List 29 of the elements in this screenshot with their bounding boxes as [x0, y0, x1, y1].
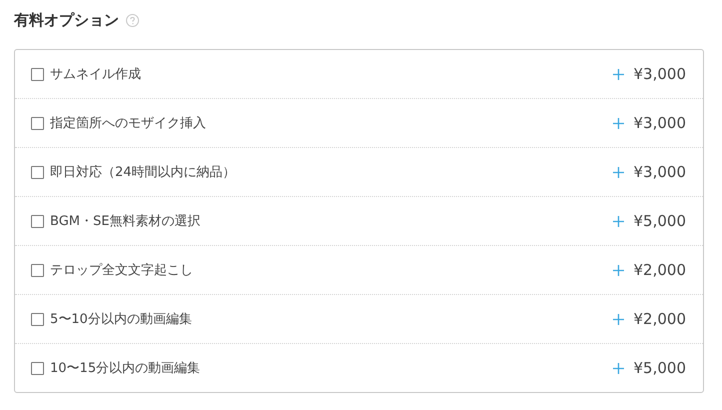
- option-price: ¥3,000: [634, 114, 686, 132]
- option-label: 5〜10分以内の動画編集: [50, 311, 192, 328]
- option-label: テロップ全文文字起こし: [50, 262, 193, 279]
- option-label: 即日対応（24時間以内に納品）: [50, 164, 236, 181]
- option-price: ¥5,000: [634, 212, 686, 230]
- plus-icon: [612, 264, 624, 276]
- checkbox[interactable]: [31, 264, 44, 276]
- option-label: BGM・SE無料素材の選択: [50, 213, 200, 230]
- option-price: ¥2,000: [634, 310, 686, 328]
- section-title: 有料オプション: [14, 10, 119, 30]
- checkbox[interactable]: [31, 312, 44, 326]
- option-price: ¥2,000: [634, 261, 686, 279]
- checkbox[interactable]: [31, 362, 44, 374]
- plus-icon: [612, 314, 624, 324]
- plus-icon: [612, 118, 624, 128]
- option-label: サムネイル作成: [50, 66, 141, 83]
- checkbox[interactable]: [31, 166, 44, 178]
- plus-icon: [612, 68, 624, 80]
- option-price: ¥3,000: [634, 65, 686, 83]
- checkbox[interactable]: [31, 214, 44, 228]
- option-label: 指定箇所へのモザイク挿入: [50, 115, 206, 132]
- option-label: 10〜15分以内の動画編集: [50, 360, 200, 377]
- option-price: ¥3,000: [634, 163, 686, 181]
- plus-icon: [612, 216, 624, 226]
- plus-icon: [612, 362, 624, 374]
- checkbox[interactable]: [31, 116, 44, 130]
- plus-icon: [612, 166, 624, 178]
- checkbox[interactable]: [31, 68, 44, 80]
- option-price: ¥5,000: [634, 359, 686, 377]
